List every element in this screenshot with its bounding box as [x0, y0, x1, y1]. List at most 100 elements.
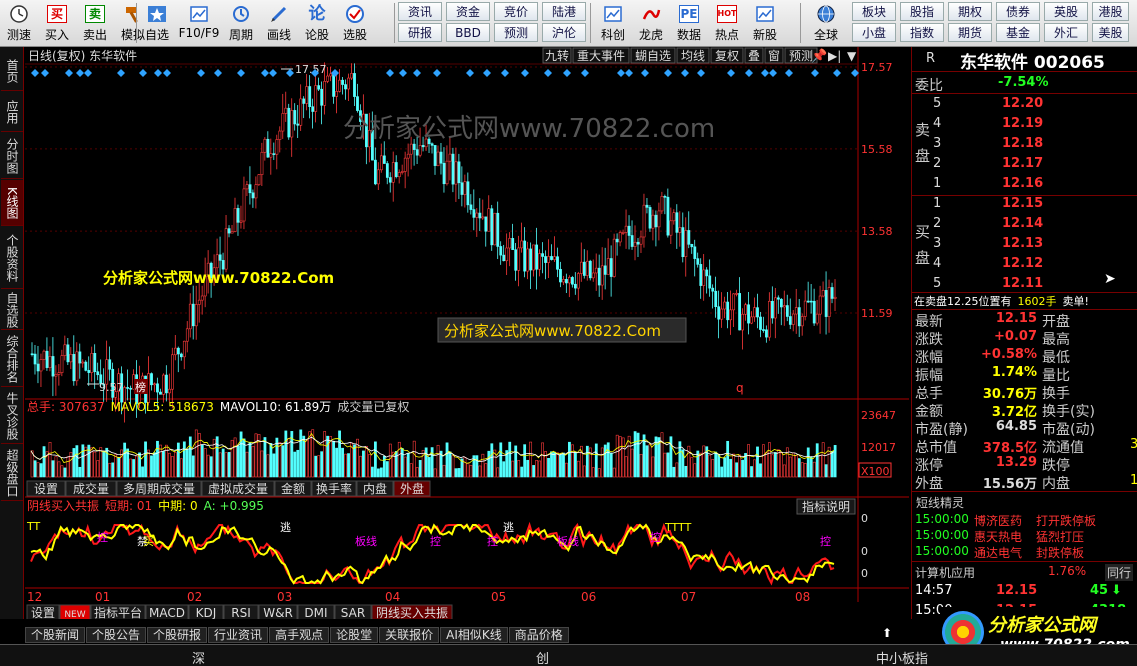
volume-tab[interactable]: 换手率 — [311, 480, 357, 497]
indicator-tab[interactable]: W&R — [258, 604, 298, 621]
news-tab[interactable]: 商品价格 — [508, 627, 569, 643]
sell-price[interactable]: 12.20 — [1002, 96, 1043, 111]
indicator-tab[interactable]: DMI — [297, 604, 335, 621]
chart-top-button[interactable]: 复权 — [710, 47, 744, 64]
buy-price[interactable]: 12.12 — [1002, 256, 1043, 271]
sector-tab[interactable]: 同行 — [1105, 564, 1134, 581]
toolbar-discuss-button[interactable]: 论论股 — [298, 2, 336, 44]
left-tab-8[interactable]: 超级盘口 — [1, 445, 23, 501]
volume-tab[interactable]: 金额 — [274, 480, 312, 497]
kline-chart-svg[interactable]: 日线(复权) 东华软件 九转 重大事件 蝴自选 均线 复权叠窗预测📌 ▶| ▼ 17.57 15.… — [25, 47, 909, 621]
volume-tab[interactable]: 设置 — [26, 480, 66, 497]
toolbar-hot-button[interactable]: HOT 热点 — [708, 2, 746, 44]
status-item[interactable]: 创 — [536, 648, 549, 666]
status-item[interactable]: 中小板指 — [876, 648, 928, 666]
volume-tab[interactable]: 虚拟成交量 — [201, 480, 275, 497]
sell-price[interactable]: 12.19 — [1002, 116, 1043, 131]
buy-price[interactable]: 12.13 — [1002, 236, 1043, 251]
market-link-button[interactable]: 外汇 — [1044, 23, 1088, 42]
toolbar-select-button[interactable]: 选股 — [336, 2, 374, 44]
elf-stock[interactable]: 博济医药 — [974, 512, 1022, 529]
market-link-button[interactable]: 港股 — [1092, 2, 1129, 21]
toolbar-pe-button[interactable]: PE 数据 — [670, 2, 708, 44]
global-button[interactable]: 全球 — [802, 2, 850, 44]
volume-tab[interactable]: 多周期成交量 — [116, 480, 202, 497]
left-tab-4[interactable]: 个股资料 — [1, 227, 23, 289]
news-tab[interactable]: 关联报价 — [379, 627, 440, 643]
market-link-button[interactable]: 英股 — [1044, 2, 1088, 21]
sell-price[interactable]: 12.18 — [1002, 136, 1043, 151]
sector-name[interactable]: 计算机应用 — [915, 564, 975, 581]
chart-top-button[interactable]: 蝴自选 — [630, 47, 676, 64]
market-link-button[interactable]: 板块 — [852, 2, 896, 21]
news-tab[interactable]: 个股研报 — [147, 627, 208, 643]
market-link-button[interactable]: 股指 — [900, 2, 944, 21]
quick-link-button[interactable]: 竞价 — [494, 2, 538, 21]
indicator-tab[interactable]: MACD — [145, 604, 189, 621]
market-link-button[interactable]: 期权 — [948, 2, 992, 21]
indicator-tab[interactable]: NEW — [59, 604, 91, 621]
indicator-tab[interactable]: 阴线买入共振 — [371, 604, 453, 621]
left-tab-3[interactable]: K线图 — [1, 180, 23, 226]
news-tab[interactable]: 个股公告 — [86, 627, 147, 643]
indicator-tab[interactable]: KDJ — [188, 604, 224, 621]
news-tab[interactable]: 行业资讯 — [208, 627, 269, 643]
chart-top-button[interactable]: 重大事件 — [572, 47, 630, 64]
quick-link-button[interactable]: 资讯 — [398, 2, 442, 21]
left-tab-6[interactable]: 综合排名 — [1, 331, 23, 387]
buy-price[interactable]: 12.14 — [1002, 216, 1043, 231]
market-link-button[interactable]: 小盘 — [852, 23, 896, 42]
market-link-button[interactable]: 债券 — [996, 2, 1040, 21]
news-tab[interactable]: 个股新闻 — [25, 627, 86, 643]
quick-link-button[interactable]: 研报 — [398, 23, 442, 42]
news-tab[interactable]: AI相似K线 — [440, 627, 508, 643]
pin-icon[interactable]: 📌 — [811, 47, 827, 64]
market-link-button[interactable]: 期货 — [948, 23, 992, 42]
up-arrow-icon[interactable]: ⬆ — [882, 626, 892, 640]
buy-price[interactable]: 12.15 — [1002, 196, 1043, 211]
quick-link-button[interactable]: 陆港 — [542, 2, 586, 21]
indicator-tab[interactable]: 设置 — [26, 604, 60, 621]
chart-top-button[interactable]: 九转 — [542, 47, 572, 64]
elf-stock[interactable]: 惠天热电 — [974, 528, 1022, 545]
sell-price[interactable]: 12.17 — [1002, 156, 1043, 171]
left-tab-2[interactable]: 分时图 — [1, 133, 23, 179]
toolbar-info-panel-button[interactable]: F10/F9 — [176, 2, 222, 44]
news-tab[interactable]: 高手观点 — [269, 627, 330, 643]
indicator-tab[interactable]: RSI — [223, 604, 259, 621]
volume-tab[interactable]: 成交量 — [65, 480, 117, 497]
chart-top-button[interactable]: 窗 — [764, 47, 784, 64]
volume-tab[interactable]: 外盘 — [393, 480, 431, 497]
toolbar-buy-button[interactable]: 买买入 — [38, 2, 76, 44]
elf-stock[interactable]: 通达电气 — [974, 544, 1022, 561]
left-tab-5[interactable]: 自选股 — [1, 290, 23, 330]
toolbar-cycle-button[interactable]: 周期 — [222, 2, 260, 44]
toolbar-pencil-button[interactable]: 画线 — [260, 2, 298, 44]
buy-price[interactable]: 12.11 — [1002, 276, 1043, 291]
toolbar-clock-button[interactable]: 测速 — [0, 2, 38, 44]
market-link-button[interactable]: 指数 — [900, 23, 944, 42]
chart-top-button[interactable]: 均线 — [676, 47, 710, 64]
quick-link-button[interactable]: BBD — [446, 23, 490, 42]
rank-marker[interactable]: 榜 — [135, 380, 146, 394]
left-tab-7[interactable]: 牛叉诊股 — [1, 388, 23, 444]
q-marker[interactable]: q — [736, 381, 744, 395]
left-tab-1[interactable]: 应用 — [1, 92, 23, 132]
toolbar-chart-button[interactable]: 科创 — [594, 2, 632, 44]
toolbar-new-stock-button[interactable]: 新股 — [746, 2, 784, 44]
market-link-button[interactable]: 基金 — [996, 23, 1040, 42]
quick-link-button[interactable]: 预测 — [494, 23, 538, 42]
volume-tab[interactable]: 内盘 — [356, 480, 394, 497]
left-tab-0[interactable]: 首页 — [1, 51, 23, 91]
toolbar-star-button[interactable]: 自选 — [138, 2, 176, 44]
status-item[interactable]: 深 — [192, 648, 205, 666]
news-tab[interactable]: 论股堂 — [330, 627, 379, 643]
toolbar-dragon-button[interactable]: 龙虎 — [632, 2, 670, 44]
sell-price[interactable]: 12.16 — [1002, 176, 1043, 191]
indicator-tab[interactable]: 指标平台 — [90, 604, 146, 621]
chart-top-button[interactable]: 叠 — [744, 47, 764, 64]
toolbar-sell-button[interactable]: 卖卖出 — [76, 2, 114, 44]
indicator-tab[interactable]: SAR — [334, 604, 372, 621]
arrow-right-icon[interactable]: ▶| — [828, 49, 841, 63]
indicator-explain-button[interactable]: 指标说明 — [796, 498, 856, 515]
